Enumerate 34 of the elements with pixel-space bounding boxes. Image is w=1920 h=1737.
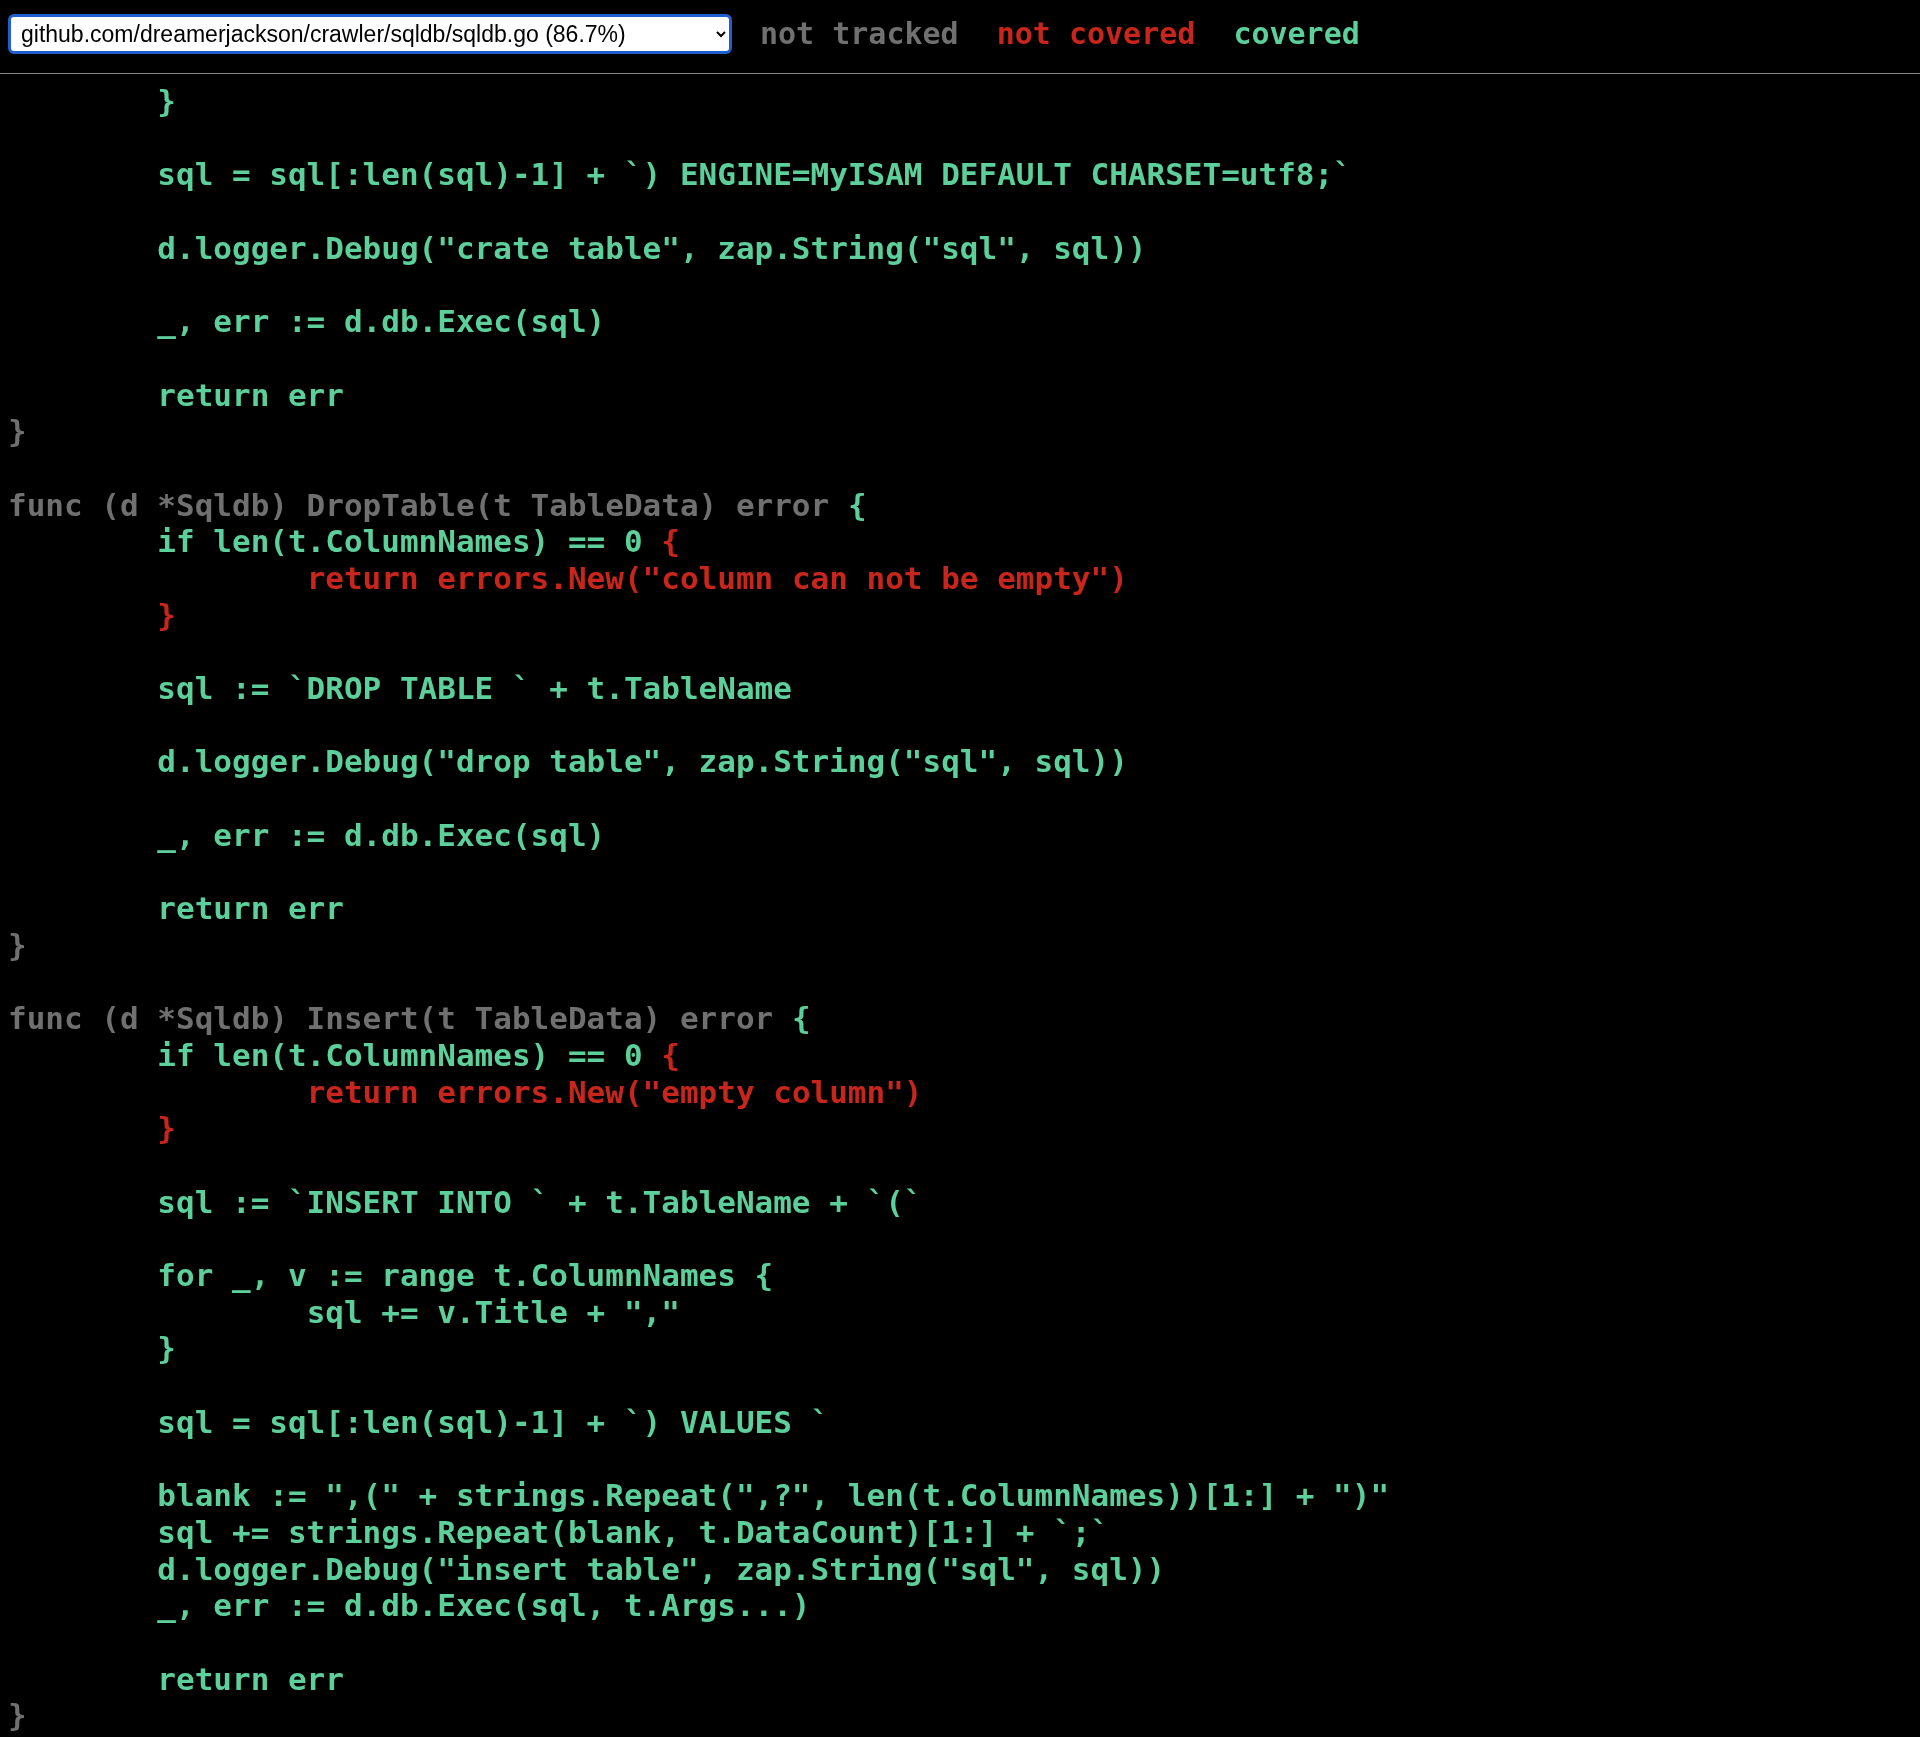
code-line: if len(t.ColumnNames) == 0 { (156, 523, 680, 560)
code-line: sql := `DROP TABLE ` + t.TableName (156, 670, 792, 707)
code-line: d.logger.Debug("drop table", zap.String("sql", sql)) (156, 743, 1128, 781)
code-line: } (8, 413, 27, 450)
code-line: sql += strings.Repeat(blank, t.DataCount)[1:] + `;` (156, 1513, 1110, 1551)
code-line: _, err := d.db.Exec(sql, t.Args...) (156, 1587, 811, 1624)
code-line: if len(t.ColumnNames) == 0 { (156, 1036, 680, 1074)
code-line: } (8, 926, 27, 964)
code-line: blank := ",(" + strings.Repeat(",?", len(t.ColumnNames))[1:] + ")" (156, 1477, 1390, 1514)
code-line: func (d *Sqldb) DropTable(t TableData) error { (8, 486, 867, 524)
code-line: _, err := d.db.Exec(sql) (156, 303, 606, 340)
code-line: _, err := d.db.Exec(sql) (156, 816, 606, 854)
code-line: d.logger.Debug("crate table", zap.String("sql", sql)) (156, 229, 1147, 267)
code-line: } (156, 1330, 176, 1368)
legend-label: covered (1233, 16, 1360, 51)
code-line: } (8, 1697, 27, 1734)
code-line: return err (156, 890, 344, 927)
code-line: for _, v := range t.ColumnNames { (156, 1257, 774, 1294)
code-line: sql = sql[:len(sql)-1] + `) VALUES ` (156, 1403, 830, 1441)
code-line: sql = sql[:len(sql)-1] + `) ENGINE=MyISAM DEFAULT CHARSET=utf8;` (156, 156, 1352, 194)
code-line: } (156, 596, 176, 634)
code-line: d.logger.Debug("insert table", zap.String("sql", sql)) (156, 1550, 1166, 1588)
code-line: return errors.New("column can not be empty") (305, 559, 1128, 597)
code-line: func (d *Sqldb) Insert(t TableData) error { (8, 1000, 811, 1037)
code-line: return err (156, 1660, 344, 1698)
code-line: } (156, 83, 176, 120)
code-line: return errors.New("empty column") (305, 1073, 923, 1111)
legend-label: not covered (996, 16, 1196, 51)
file-select[interactable]: github.com/dreamerjackson/crawler/sqldb/sqldb.go (86.7%) (8, 13, 732, 54)
code-line: return err (156, 376, 344, 414)
legend-label: not tracked (760, 16, 959, 51)
code-line: sql := `INSERT INTO ` + t.TableName + `(` (156, 1183, 923, 1221)
code-line: sql += v.Title + "," (305, 1293, 680, 1331)
code-line: } (156, 1110, 176, 1147)
